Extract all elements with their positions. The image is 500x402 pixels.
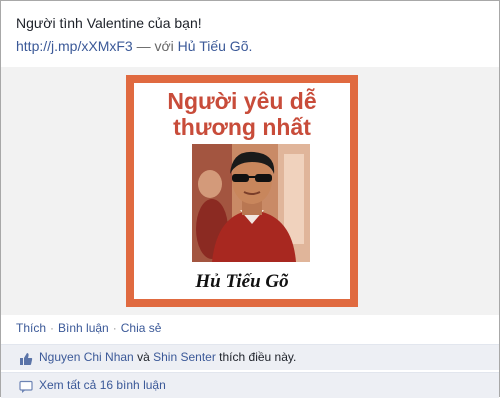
attachment-title-line2: thương nhất [173, 114, 311, 140]
post-link-line: http://j.mp/xXMxF3 — với Hủ Tiếu Gõ. [16, 36, 252, 57]
comment-bubble-icon [19, 378, 33, 393]
attachment-title-line1: Người yêu dễ [167, 88, 317, 114]
view-all-comments-link[interactable]: Xem tất cả 16 bình luận [39, 373, 166, 397]
action-links: Thích · Bình luận · Chia sẻ [16, 321, 161, 335]
comments-row[interactable]: Xem tất cả 16 bình luận [1, 372, 499, 398]
likes-suffix: thích điều này. [219, 350, 297, 364]
comment-link[interactable]: Bình luận [58, 321, 109, 335]
post-message: Người tình Valentine của bạn! [16, 15, 202, 31]
liker-link-1[interactable]: Nguyen Chi Nhan [39, 350, 134, 364]
attachment-title: Người yêu dễ thương nhất [134, 88, 350, 140]
likes-text: Nguyen Chi Nhan và Shin Senter thích điề… [39, 345, 296, 369]
like-link[interactable]: Thích [16, 321, 46, 335]
person-photo-illustration [192, 144, 310, 262]
thumbs-up-icon [19, 350, 33, 365]
attachment-card-inner: Người yêu dễ thương nhất Hủ Tiếu Gõ [134, 83, 350, 299]
profile-photo [192, 144, 310, 262]
shared-link[interactable]: http://j.mp/xXMxF3 [16, 38, 133, 54]
tagged-friend-link[interactable]: Hủ Tiếu Gõ. [178, 38, 253, 54]
likes-row: Nguyen Chi Nhan và Shin Senter thích điề… [1, 344, 499, 370]
liker-link-2[interactable]: Shin Senter [153, 350, 216, 364]
story-frame: Người tình Valentine của bạn! http://j.m… [0, 0, 500, 398]
dash-separator: — [136, 38, 151, 54]
and-word: và [137, 350, 150, 364]
attachment-name: Hủ Tiếu Gõ [195, 271, 289, 292]
view-all-comments-text[interactable]: Xem tất cả 16 bình luận [39, 378, 166, 392]
action-separator: · [50, 321, 55, 335]
attachment-image[interactable]: Người yêu dễ thương nhất Hủ Tiếu Gõ [126, 75, 358, 307]
share-link[interactable]: Chia sẻ [121, 321, 162, 335]
action-separator: · [112, 321, 117, 335]
with-label: với [154, 38, 174, 54]
